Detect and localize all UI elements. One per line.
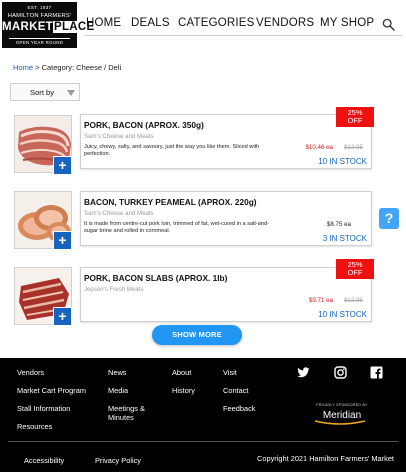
meridian-swoosh-icon (314, 420, 366, 425)
product-name[interactable]: BACON, TURKEY PEAMEAL (APROX. 220g) (84, 197, 257, 207)
instagram-icon[interactable] (334, 366, 347, 379)
breadcrumb-home-link[interactable]: Home (13, 63, 33, 72)
product-price: $8.75 ea (326, 221, 351, 228)
product-price: $9.71 ea (308, 297, 333, 304)
product-card[interactable]: PORK, BACON SLABS (APROX. 1lb) Jepson's … (80, 267, 372, 322)
product-card[interactable]: BACON, TURKEY PEAMEAL (APROX. 220g) Sam'… (80, 191, 372, 246)
product-price: $10.46 ea (305, 144, 333, 151)
nav-deals[interactable]: DEALS (131, 17, 170, 29)
product-stock: 10 IN STOCK (318, 310, 367, 319)
product-vendor[interactable]: Sam's Cheese and Meats (84, 133, 154, 140)
page: EST. 1837 HAMILTON FARMERS' MARKETPLACE … (0, 0, 406, 472)
nav-vendors[interactable]: VENDORS (256, 17, 314, 29)
add-to-cart-button[interactable]: + (53, 231, 72, 250)
product-description: Juicy, chewy, salty, and savoury, just t… (84, 144, 260, 157)
discount-off: OFF (347, 116, 363, 125)
add-to-cart-button[interactable]: + (53, 307, 72, 326)
product-description: It is made from centre-cut pork loin, tr… (84, 221, 269, 234)
product-card[interactable]: PORK, BACON (APROX. 350g) Sam's Cheese a… (80, 114, 372, 169)
logo-market: MARKET (2, 21, 53, 33)
footer-link-contact[interactable]: Contact (223, 386, 248, 395)
twitter-icon[interactable] (297, 366, 310, 379)
footer-link-vendors[interactable]: Vendors (17, 368, 44, 377)
chevron-down-icon (67, 90, 75, 96)
footer-link-stall-info[interactable]: Stall Information (17, 404, 70, 413)
logo-marketplace: MARKETPLACE (2, 21, 96, 33)
footer-link-feedback[interactable]: Feedback (223, 404, 255, 413)
footer-link-resources[interactable]: Resources (17, 422, 52, 431)
product-stock: 10 IN STOCK (318, 157, 367, 166)
footer-link-accessibility[interactable]: Accessibility (24, 456, 64, 465)
site-footer: Vendors Market Cart Program Stall Inform… (0, 358, 406, 472)
search-icon[interactable] (382, 18, 395, 31)
copyright-text: Copyright 2021 Hamilton Farmers' Market (257, 454, 394, 463)
logo-open-year-round: OPEN YEAR ROUND (9, 38, 70, 45)
footer-link-privacy[interactable]: Privacy Policy (95, 456, 141, 465)
footer-link-minutes[interactable]: Minutes (108, 413, 134, 422)
product-stock: 3 IN STOCK (322, 234, 367, 243)
footer-link-history[interactable]: History (172, 386, 195, 395)
footer-link-media[interactable]: Media (108, 386, 128, 395)
breadcrumb: Home > Category: Cheese / Deli (13, 63, 121, 72)
discount-off: OFF (347, 268, 363, 277)
product-old-price: $13.95 (344, 144, 363, 151)
footer-link-visit[interactable]: Visit (223, 368, 237, 377)
product-name[interactable]: PORK, BACON SLABS (APROX. 1lb) (84, 273, 227, 283)
product-vendor[interactable]: Jepson's Fresh Meats (84, 286, 143, 293)
footer-link-market-cart[interactable]: Market Cart Program (17, 386, 86, 395)
help-button[interactable]: ? (379, 208, 399, 229)
site-logo[interactable]: EST. 1837 HAMILTON FARMERS' MARKETPLACE … (2, 2, 96, 48)
product-name[interactable]: PORK, BACON (APROX. 350g) (84, 120, 204, 130)
add-to-cart-button[interactable]: + (53, 156, 72, 175)
header-divider (84, 35, 402, 36)
nav-my-shop[interactable]: MY SHOP (320, 17, 374, 29)
footer-link-meetings[interactable]: Meetings & (108, 404, 145, 413)
logo-est: EST. 1837 (27, 5, 52, 10)
product-vendor[interactable]: Sam's Cheese and Meats (84, 210, 154, 217)
nav-home[interactable]: HOME (86, 17, 121, 29)
sponsor-logo[interactable]: PROUDLY SPONSORED BY Meridian (310, 403, 374, 429)
discount-badge: 25% OFF (336, 107, 374, 127)
logo-hamilton: HAMILTON FARMERS' (7, 13, 72, 19)
facebook-icon[interactable] (370, 366, 383, 379)
product-old-price: $12.95 (344, 297, 363, 304)
breadcrumb-current: > Category: Cheese / Deli (33, 63, 122, 72)
sponsor-label: PROUDLY SPONSORED BY (316, 403, 368, 407)
discount-badge: 25% OFF (336, 259, 374, 279)
sort-dropdown[interactable]: Sort by (10, 83, 80, 101)
sort-label: Sort by (30, 88, 55, 97)
footer-divider (8, 441, 398, 442)
show-more-button[interactable]: SHOW MORE (152, 325, 242, 345)
footer-link-news[interactable]: News (108, 368, 126, 377)
footer-link-about[interactable]: About (172, 368, 191, 377)
nav-categories[interactable]: CATEGORIES (178, 17, 255, 29)
